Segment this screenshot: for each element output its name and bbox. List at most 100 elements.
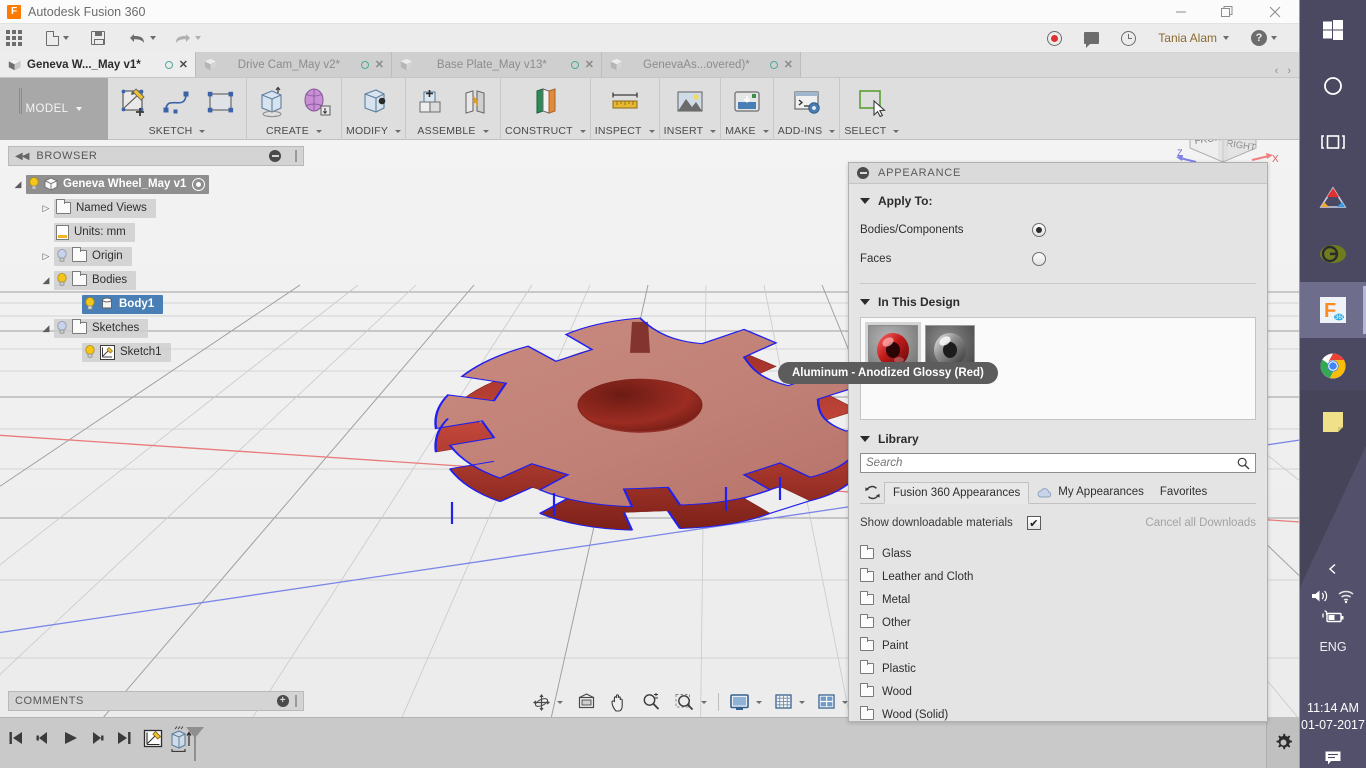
minimize-button[interactable]	[1158, 0, 1204, 24]
library-search-bar[interactable]	[860, 453, 1256, 473]
cortana-search-button[interactable]	[1300, 58, 1366, 114]
visibility-bulb-icon[interactable]	[82, 296, 98, 312]
twisty-down-icon[interactable]: ◢	[38, 323, 54, 334]
apply-to-faces-row[interactable]: Faces	[860, 246, 1256, 272]
autodesk-app-button[interactable]	[1300, 170, 1366, 226]
tray-battery-row[interactable]	[1300, 610, 1366, 624]
apply-to-section-header[interactable]: Apply To:	[860, 194, 1256, 208]
wifi-icon[interactable]	[1337, 589, 1355, 604]
ribbon-panel-label[interactable]: INSPECT	[595, 124, 655, 138]
twisty-right-icon[interactable]: ▷	[38, 203, 54, 214]
revolve-button[interactable]	[295, 82, 337, 124]
document-tab-3[interactable]: GenevaAs...overed)* ✕	[602, 52, 801, 77]
library-category-wood-solid[interactable]: Wood (Solid)	[859, 703, 1256, 726]
go-to-end-button[interactable]	[116, 730, 132, 746]
select-button[interactable]	[851, 82, 893, 124]
library-category-leather[interactable]: Leather and Cloth	[859, 565, 1256, 588]
library-tab-favorites[interactable]: Favorites	[1152, 481, 1215, 503]
library-tab-my-appearances[interactable]: My Appearances	[1029, 481, 1152, 503]
activate-component-radio[interactable]	[192, 177, 206, 191]
tree-item-bodies[interactable]: ◢ Bodies	[10, 268, 310, 292]
feedback-button[interactable]	[1073, 24, 1110, 53]
job-status-button[interactable]	[1110, 24, 1147, 53]
apply-to-bodies-row[interactable]: Bodies/Components	[860, 217, 1256, 243]
ribbon-panel-label[interactable]: SKETCH	[149, 124, 206, 138]
help-menu-button[interactable]: ?	[1240, 24, 1288, 53]
tree-item-units[interactable]: Units: mm	[10, 220, 310, 244]
library-category-metal[interactable]: Metal	[859, 588, 1256, 611]
ribbon-panel-label[interactable]: CREATE	[266, 124, 322, 138]
close-tab-icon[interactable]: ✕	[179, 58, 188, 71]
start-button[interactable]	[1300, 2, 1366, 58]
chevron-down-icon[interactable]	[799, 700, 805, 704]
sketch-spline-button[interactable]	[156, 82, 198, 124]
library-category-paint[interactable]: Paint	[859, 634, 1256, 657]
look-at-button[interactable]	[573, 689, 600, 715]
offset-plane-button[interactable]	[524, 82, 566, 124]
visibility-bulb-icon[interactable]	[54, 272, 70, 288]
scroll-right-icon[interactable]: ›	[1287, 65, 1291, 77]
apply-to-faces-radio[interactable]	[1032, 252, 1046, 266]
press-pull-button[interactable]	[353, 82, 395, 124]
library-category-glass[interactable]: Glass	[859, 542, 1256, 565]
ribbon-panel-label[interactable]: MODIFY	[346, 124, 402, 138]
file-menu-button[interactable]	[40, 24, 75, 53]
user-account-menu[interactable]: Tania Alam	[1147, 24, 1240, 53]
visibility-bulb-icon[interactable]	[54, 320, 70, 336]
visibility-bulb-icon[interactable]	[82, 344, 98, 360]
tree-item-body1[interactable]: Body1	[10, 292, 310, 316]
maximize-button[interactable]	[1204, 0, 1250, 24]
refresh-icon[interactable]	[860, 481, 884, 503]
chrome-app-button[interactable]	[1300, 338, 1366, 394]
ribbon-panel-label[interactable]: SELECT	[844, 124, 900, 138]
tree-item-sketches[interactable]: ◢ Sketches	[10, 316, 310, 340]
scroll-left-icon[interactable]: ‹	[1275, 65, 1279, 77]
orbit-button[interactable]	[528, 689, 567, 715]
document-tab-1[interactable]: Drive Cam_May v2* ✕	[196, 52, 392, 77]
apply-to-bodies-radio[interactable]	[1032, 223, 1046, 237]
ribbon-panel-label[interactable]: ASSEMBLE	[417, 124, 489, 138]
chevron-down-icon[interactable]	[557, 700, 563, 704]
ribbon-panel-label[interactable]: MAKE	[725, 124, 769, 138]
library-tab-fusion360[interactable]: Fusion 360 Appearances	[884, 482, 1030, 504]
sketch-rectangle-button[interactable]	[200, 82, 242, 124]
add-comment-icon[interactable]: +	[277, 695, 289, 707]
tree-item-origin[interactable]: ▷ Origin	[10, 244, 310, 268]
tray-expand-button[interactable]	[1300, 562, 1366, 576]
volume-icon[interactable]	[1311, 588, 1330, 604]
twisty-down-icon[interactable]: ◢	[10, 179, 26, 190]
document-tab-2[interactable]: Base Plate_May v13* ✕	[392, 52, 602, 77]
scripts-addins-button[interactable]	[786, 82, 828, 124]
close-tab-icon[interactable]: ✕	[375, 58, 384, 71]
save-button[interactable]	[85, 24, 111, 53]
taskbar-date[interactable]: 01-07-2017	[1300, 717, 1366, 734]
3d-print-button[interactable]	[726, 82, 768, 124]
tray-language-label[interactable]: ENG	[1300, 640, 1366, 654]
library-category-wood[interactable]: Wood	[859, 680, 1256, 703]
ribbon-panel-label[interactable]: INSERT	[664, 124, 717, 138]
create-sketch-button[interactable]	[112, 82, 154, 124]
document-tab-0[interactable]: Geneva W..._May v1* ✕	[0, 52, 196, 77]
taskbar-time[interactable]: 11:14 AM	[1300, 700, 1366, 717]
timeline-settings-button[interactable]	[1266, 717, 1300, 768]
collapse-dialog-icon[interactable]	[857, 167, 869, 179]
display-settings-button[interactable]	[726, 689, 766, 715]
tree-item-named-views[interactable]: ▷ Named Views	[10, 196, 310, 220]
joint-button[interactable]	[454, 82, 496, 124]
workspace-switcher[interactable]: MODEL	[0, 78, 108, 140]
extrude-button[interactable]	[251, 82, 293, 124]
grammarly-app-button[interactable]	[1300, 226, 1366, 282]
play-button[interactable]	[62, 730, 78, 746]
twisty-right-icon[interactable]: ▷	[38, 251, 54, 262]
sticky-notes-app-button[interactable]	[1300, 394, 1366, 450]
tree-item-sketch1[interactable]: Sketch1	[10, 340, 310, 364]
close-tab-icon[interactable]: ✕	[784, 58, 793, 71]
show-downloadable-checkbox[interactable]: ✔	[1026, 516, 1041, 530]
library-section-header[interactable]: Library	[860, 432, 1256, 446]
grid-snaps-button[interactable]	[771, 689, 809, 715]
library-search-input[interactable]	[866, 457, 1237, 469]
comments-grip[interactable]	[295, 695, 297, 707]
collapse-browser-icon[interactable]: ◀◀	[15, 151, 29, 162]
in-this-design-section-header[interactable]: In This Design	[860, 295, 1256, 309]
redo-button[interactable]	[168, 24, 207, 53]
